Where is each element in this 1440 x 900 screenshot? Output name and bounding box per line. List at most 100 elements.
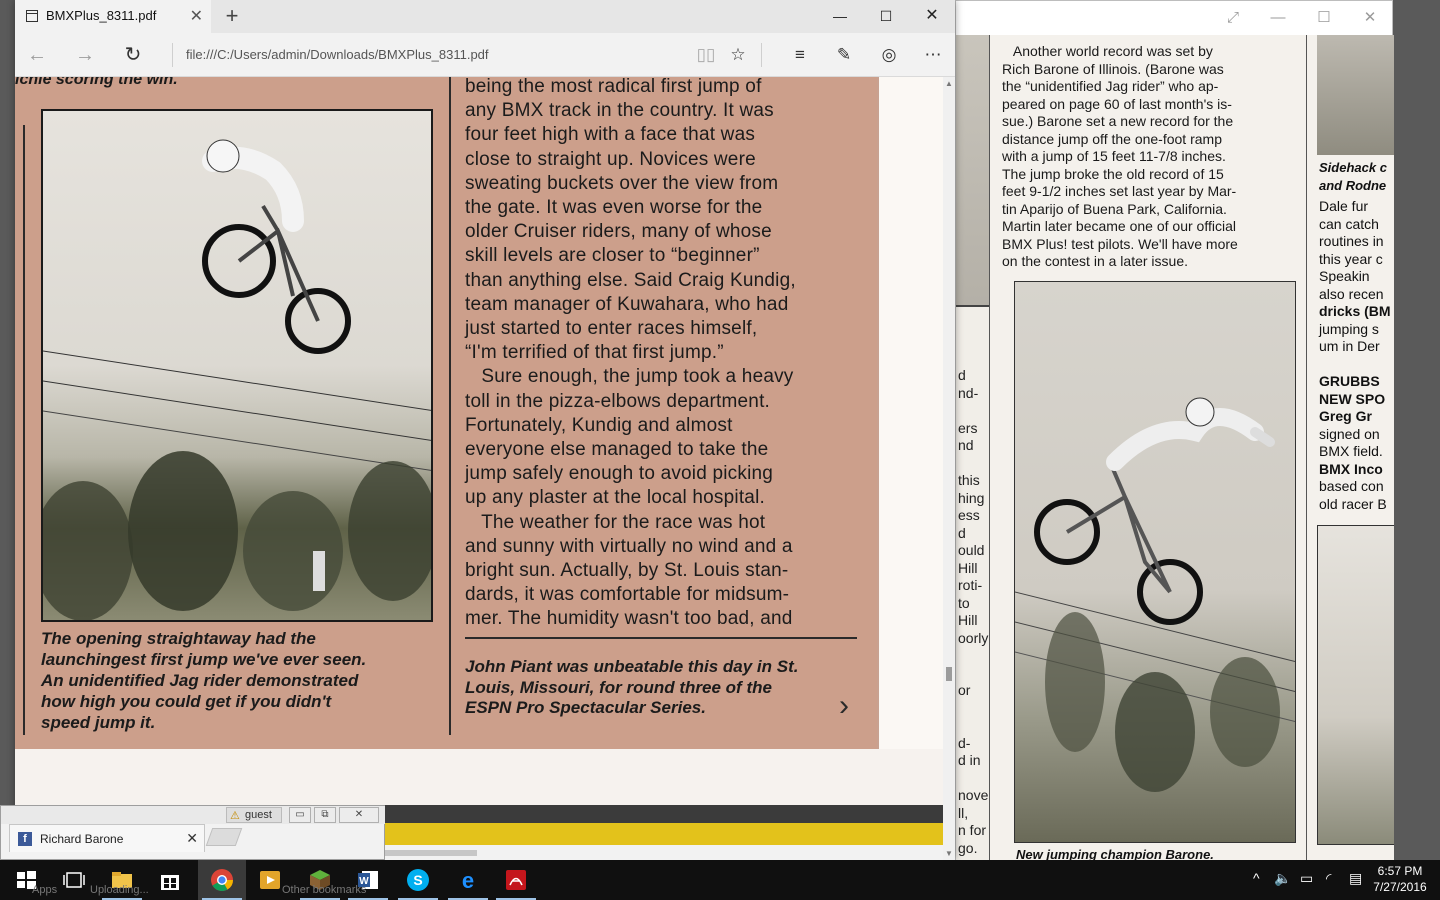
close-button[interactable]: ✕ — [1356, 7, 1384, 29]
caption-rule — [465, 637, 857, 639]
separator — [761, 43, 762, 67]
taskbar: W S e ^ 🔈 ▭ ◜ ▤ 6:57 PM 7/27/2016 — [0, 860, 1440, 900]
back-button[interactable]: ← — [23, 42, 51, 68]
photo-barone-jump — [1014, 281, 1296, 843]
column-fragment-text: jumping s — [1319, 320, 1379, 337]
article-text-line: feet 9-1/2 inches set last year by Mar- — [1002, 183, 1237, 199]
web-note-icon[interactable]: ✎ — [831, 43, 857, 67]
photo-caption-barone: New jumping champion Barone. — [1016, 847, 1214, 861]
maximize-button[interactable]: ☐ — [866, 4, 906, 28]
article-text-line: BMX Plus! test pilots. We'll have more — [1002, 235, 1238, 252]
share-icon[interactable]: ◎ — [876, 43, 902, 67]
volume-icon[interactable]: 🔈 — [1274, 870, 1291, 887]
close-button[interactable]: ✕ — [339, 807, 379, 823]
column-stub-text: go. — [958, 839, 978, 856]
body-text-line: The weather for the race was hot — [465, 511, 766, 533]
forward-button[interactable]: → — [71, 42, 99, 68]
chrome-tab-title: Richard Barone — [40, 832, 124, 846]
body-text-line: sweating buckets over the view from — [465, 172, 779, 194]
secondary-viewer-window[interactable]: ⤢ — ☐ ✕ d nd-ers nd this hing ess d ould Hill rot… — [955, 0, 1394, 861]
acrobat-button[interactable] — [492, 860, 540, 900]
column-stub-text: d in — [958, 752, 981, 768]
expand-icon[interactable]: ⤢ — [1219, 7, 1247, 29]
close-tab-icon[interactable]: ✕ — [186, 830, 198, 847]
tab-pdf[interactable]: BMXPlus_8311.pdf ✕ — [15, 0, 211, 33]
task-view-icon — [63, 872, 85, 888]
wifi-icon[interactable]: ◜ — [1326, 870, 1331, 887]
column-stub-text: n for — [958, 822, 987, 838]
column-stub-text: d — [958, 367, 966, 383]
body-text-line: and sunny with virtually no wind and a — [465, 535, 793, 557]
store-icon — [161, 875, 179, 890]
secondary-titlebar[interactable]: ⤢ — ☐ ✕ — [956, 1, 1392, 35]
ghost-apps-label: Apps — [32, 884, 58, 896]
column-fragment-text: Greg Gr — [1319, 408, 1372, 424]
maximize-button[interactable]: ☐ — [1310, 7, 1338, 29]
store-button[interactable] — [146, 860, 194, 900]
column-stub-text: d — [958, 524, 966, 541]
minimize-button[interactable]: — — [820, 4, 860, 28]
column-fragment-text: old racer B — [1319, 495, 1387, 512]
body-text-line: the gate. It was even worse for the — [465, 197, 763, 219]
column-fragment-text: based con — [1319, 478, 1384, 494]
tab-title: BMXPlus_8311.pdf — [46, 8, 157, 23]
column-stub-text: roti- — [958, 577, 983, 593]
column-stub-text: this — [958, 472, 980, 488]
caption-line: The opening straightaway had the — [41, 629, 316, 648]
column-stub-text: ers — [958, 419, 978, 436]
document-icon — [26, 10, 38, 22]
scroll-thumb[interactable] — [385, 850, 477, 856]
column-fragment-text: dricks (BM — [1319, 303, 1391, 319]
address-field[interactable]: file:///C:/Users/admin/Downloads/BMXPlus… — [186, 47, 489, 62]
body-text-line: mer. The humidity wasn't too bad, and — [465, 608, 793, 630]
column-fragment-text: BMX field. — [1319, 443, 1383, 459]
reading-view-icon[interactable]: ▯▯ — [693, 43, 719, 67]
refresh-button[interactable]: ↻ — [119, 42, 147, 68]
pdf-viewer[interactable]: ichie scoring the win. The opening strai… — [15, 77, 943, 860]
system-clock[interactable]: 6:57 PM 7/27/2016 — [1368, 863, 1432, 895]
battery-icon[interactable]: ▭ — [1300, 870, 1313, 887]
column-stub-text: Hill — [958, 612, 978, 628]
body-text-line: than anything else. Said Craig Kundig, — [465, 269, 796, 291]
photo-caption-piant: John Piant was unbeatable this day in St… — [465, 657, 865, 719]
favorite-star-icon[interactable]: ☆ — [725, 43, 751, 67]
edge-button[interactable]: e — [444, 860, 492, 900]
vertical-scrollbar[interactable]: ▲ ▼ — [943, 77, 955, 860]
page-edge — [877, 77, 879, 749]
caption-line: John Piant was unbeatable this day in St… — [465, 657, 799, 676]
new-tab-button[interactable]: + — [220, 3, 244, 29]
caption-line: An unidentified Jag rider demonstrated — [41, 671, 359, 690]
acrobat-icon — [506, 870, 526, 890]
close-window-button[interactable]: ✕ — [912, 4, 952, 28]
scroll-down-icon[interactable]: ▼ — [943, 849, 955, 858]
close-tab-icon[interactable]: ✕ — [190, 6, 203, 26]
restore-button[interactable]: ⧉ — [314, 807, 336, 823]
article-text-line: with a jump of 15 feet 11-7/8 inches. — [1002, 148, 1226, 164]
column-fragment-text: BMX Inco — [1319, 460, 1383, 477]
chrome-window[interactable]: ⚠ guest ▭ ⧉ ✕ f Richard Barone ✕ — [0, 805, 386, 860]
scroll-up-icon[interactable]: ▲ — [943, 79, 955, 88]
scroll-thumb[interactable] — [946, 667, 952, 681]
body-text-line: team manager of Kuwahara, who had — [465, 293, 789, 315]
hub-icon[interactable]: ≡ — [787, 43, 813, 67]
ghost-bookmarks-label: Other bookmarks — [282, 884, 367, 896]
column-stub-text: ould — [958, 542, 985, 558]
body-text-line: older Cruiser riders, many of whose — [465, 221, 772, 243]
more-icon[interactable]: ⋯ — [920, 43, 946, 67]
address-toolbar: ← → ↻ file:///C:/Users/admin/Downloads/B… — [15, 33, 955, 77]
minimize-button[interactable]: — — [1264, 7, 1292, 29]
profile-badge[interactable]: ⚠ guest — [226, 807, 282, 823]
skype-button[interactable]: S — [394, 860, 442, 900]
new-tab-button[interactable] — [205, 828, 243, 846]
svg-text:e: e — [462, 868, 474, 892]
column-stub-text: nd — [958, 437, 974, 453]
magazine-page-left: ichie scoring the win. The opening strai… — [15, 77, 879, 749]
show-hidden-icons[interactable]: ^ — [1253, 870, 1260, 886]
chrome-button[interactable] — [198, 860, 246, 900]
chrome-tab[interactable]: f Richard Barone ✕ — [9, 824, 205, 852]
minimize-button[interactable]: ▭ — [289, 807, 311, 823]
background-window-scrollbar — [385, 845, 943, 860]
edge-window[interactable]: BMXPlus_8311.pdf ✕ + — ☐ ✕ ← → ↻ file://… — [15, 0, 955, 860]
action-center-icon[interactable]: ▤ — [1349, 870, 1362, 887]
clock-date: 7/27/2016 — [1373, 880, 1427, 894]
